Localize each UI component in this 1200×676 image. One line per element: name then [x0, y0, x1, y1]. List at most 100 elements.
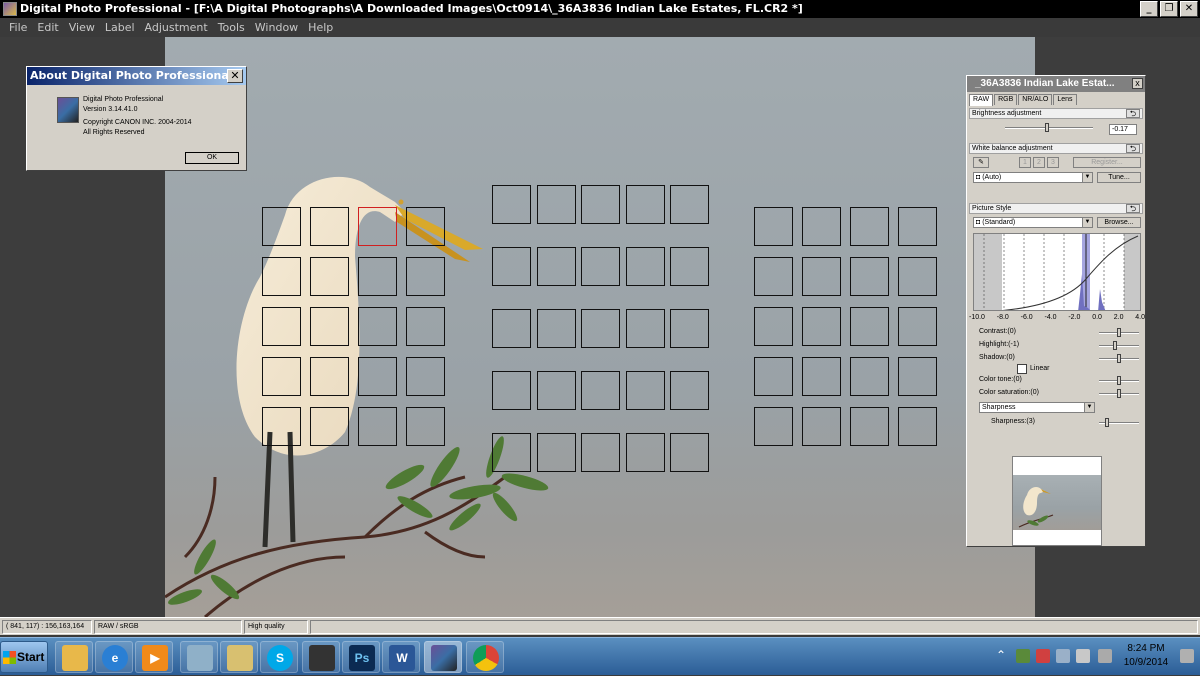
- taskbar-chrome[interactable]: [466, 641, 504, 673]
- af-point: [850, 307, 889, 346]
- contrast-slider[interactable]: [1099, 328, 1139, 337]
- taskbar-windows-explorer[interactable]: [220, 641, 258, 673]
- slider-thumb[interactable]: [1117, 328, 1121, 337]
- taskbar-calculator[interactable]: [180, 641, 218, 673]
- signal-icon[interactable]: [1056, 649, 1070, 663]
- wb-preset-2-button[interactable]: 2: [1033, 157, 1045, 168]
- brightness-value-field[interactable]: -0.17: [1109, 124, 1137, 135]
- minimize-button[interactable]: _: [1140, 1, 1158, 17]
- tab-nr-alo[interactable]: NR/ALO: [1018, 94, 1053, 105]
- reset-arrow-icon[interactable]: ⮌: [1126, 144, 1140, 153]
- taskbar-explorer[interactable]: [55, 641, 93, 673]
- menu-tools[interactable]: Tools: [213, 21, 250, 34]
- af-point: [625, 371, 665, 410]
- af-point: [581, 247, 620, 286]
- about-line: Digital Photo Professional: [83, 96, 164, 103]
- linear-checkbox[interactable]: [1017, 364, 1027, 374]
- tab-raw[interactable]: RAW: [969, 94, 994, 106]
- color-tone-slider[interactable]: [1099, 376, 1139, 385]
- start-button[interactable]: Start: [0, 641, 48, 673]
- slider-thumb[interactable]: [1117, 376, 1121, 385]
- battery-icon[interactable]: [1098, 649, 1112, 663]
- show-hidden-icons-button[interactable]: ⌃: [996, 648, 1006, 662]
- tool-palette-close-button[interactable]: x: [1132, 78, 1143, 89]
- reset-arrow-icon[interactable]: ⮌: [1126, 109, 1140, 118]
- tune-button[interactable]: Tune...: [1097, 172, 1141, 183]
- close-button[interactable]: ✕: [1180, 1, 1198, 17]
- tone-curve-histogram[interactable]: [973, 233, 1141, 311]
- slider-thumb[interactable]: [1117, 389, 1121, 398]
- slider-thumb[interactable]: [1117, 354, 1121, 363]
- taskbar-camera[interactable]: [302, 641, 340, 673]
- tick-label: 2.0: [1113, 314, 1124, 321]
- af-point: [802, 307, 841, 346]
- register-button[interactable]: Register...: [1073, 157, 1141, 168]
- taskbar-photoshop[interactable]: Ps: [342, 641, 380, 673]
- sharpness-select[interactable]: Sharpness ▼: [979, 402, 1095, 413]
- clock[interactable]: 8:24 PM 10/9/2014: [1122, 642, 1170, 670]
- shadow-slider[interactable]: [1099, 354, 1139, 363]
- photo-canvas[interactable]: [165, 37, 1035, 617]
- eyedropper-icon[interactable]: ✎: [973, 157, 989, 168]
- tick-label: 0.0: [1092, 314, 1102, 321]
- tick-label: -6.0: [1020, 314, 1033, 321]
- menu-edit[interactable]: Edit: [32, 21, 63, 34]
- volume-icon[interactable]: [1036, 649, 1050, 663]
- brightness-slider[interactable]: [1005, 123, 1093, 132]
- menu-window[interactable]: Window: [250, 21, 303, 34]
- af-point: [358, 407, 397, 446]
- af-point: [898, 307, 937, 346]
- speaker-icon[interactable]: [1076, 649, 1090, 663]
- highlight-slider[interactable]: [1099, 341, 1139, 350]
- about-dialog-title: About Digital Photo Professional: [27, 67, 246, 85]
- menu-help[interactable]: Help: [303, 21, 338, 34]
- about-close-button[interactable]: ✕: [227, 69, 243, 83]
- chevron-down-icon: ▼: [1082, 173, 1092, 182]
- af-point: [754, 307, 793, 346]
- menu-label[interactable]: Label: [100, 21, 140, 34]
- menu-view[interactable]: View: [64, 21, 100, 34]
- about-line: Copyright CANON INC. 2004-2014: [83, 119, 192, 126]
- shadow-label: Shadow:(0): [979, 354, 1015, 361]
- menu-file[interactable]: File: [4, 21, 32, 34]
- wb-preset-3-button[interactable]: 3: [1047, 157, 1059, 168]
- ok-button[interactable]: OK: [185, 152, 239, 164]
- wb-preset-1-button[interactable]: 1: [1019, 157, 1031, 168]
- tab-lens[interactable]: Lens: [1053, 94, 1077, 105]
- sharpness-slider[interactable]: [1099, 418, 1139, 427]
- slider-thumb[interactable]: [1113, 341, 1117, 350]
- navigator-thumbnail[interactable]: [1012, 456, 1102, 546]
- af-point: [492, 309, 531, 348]
- color-saturation-slider[interactable]: [1099, 389, 1139, 398]
- tab-rgb[interactable]: RGB: [994, 94, 1018, 105]
- af-point: [581, 309, 620, 348]
- slider-thumb[interactable]: [1045, 123, 1049, 132]
- restore-button[interactable]: ❐: [1160, 1, 1178, 17]
- app-icon[interactable]: [3, 2, 17, 16]
- reset-arrow-icon[interactable]: ⮌: [1126, 204, 1140, 213]
- taskbar-media-player[interactable]: ▶: [135, 641, 173, 673]
- menu-adjustment[interactable]: Adjustment: [140, 21, 213, 34]
- white-balance-select[interactable]: ◘ (Auto) ▼: [973, 172, 1093, 183]
- af-point: [581, 433, 620, 472]
- system-tray: ⌃ 8:24 PM 10/9/2014: [990, 638, 1200, 676]
- show-desktop-icon[interactable]: [1180, 649, 1194, 663]
- taskbar-word[interactable]: W: [382, 641, 420, 673]
- network-icon[interactable]: [1016, 649, 1030, 663]
- picture-style-select[interactable]: ◘ (Standard) ▼: [973, 217, 1093, 228]
- af-point: [492, 247, 531, 286]
- af-point: [802, 357, 841, 396]
- taskbar-skype[interactable]: S: [260, 641, 298, 673]
- status-bar: ( 841, 117) : 156,163,164 RAW / sRGB Hig…: [0, 617, 1200, 635]
- slider-thumb[interactable]: [1105, 418, 1109, 427]
- af-point: [625, 433, 665, 472]
- af-point: [406, 307, 445, 346]
- about-dialog: About Digital Photo Professional ✕ Digit…: [26, 66, 247, 171]
- sharpness-label: Sharpness:(3): [991, 418, 1035, 425]
- af-point: [536, 247, 576, 286]
- chevron-down-icon: ▼: [1084, 403, 1094, 412]
- browse-button[interactable]: Browse...: [1097, 217, 1141, 228]
- about-text: Digital Photo Professional Version 3.14.…: [83, 95, 192, 137]
- taskbar-digital-photo-professional[interactable]: [424, 641, 462, 673]
- taskbar-internet-explorer[interactable]: e: [95, 641, 133, 673]
